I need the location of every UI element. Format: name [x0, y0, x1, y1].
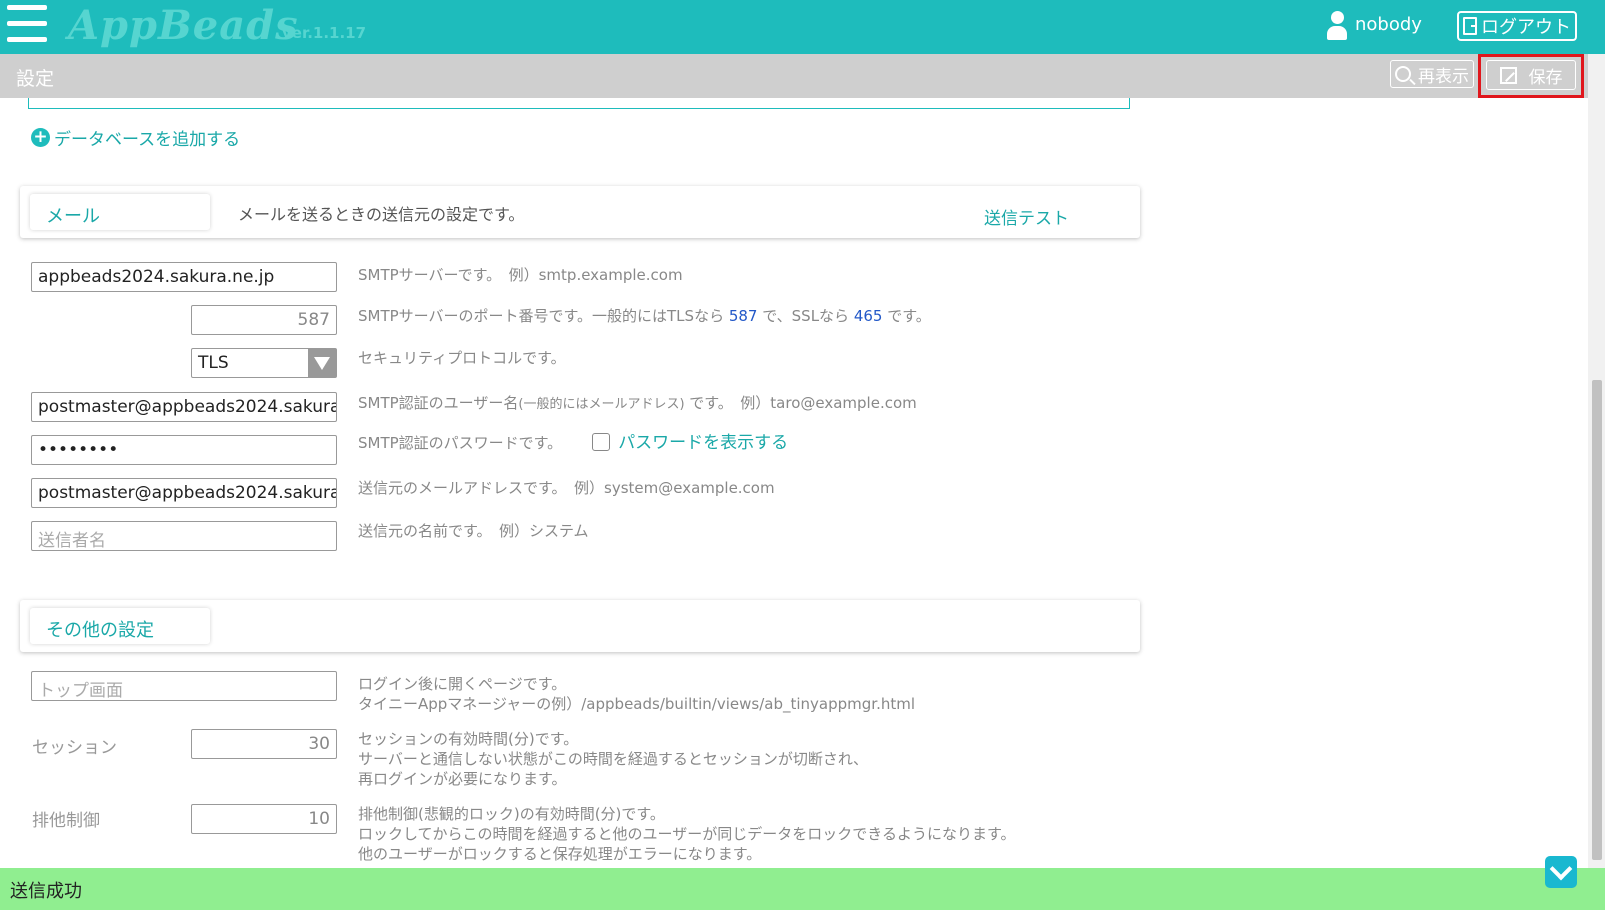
smtp-user-hint: SMTP認証のユーザー名(一般的にはメールアドレス) です。 例）taro@ex… [358, 393, 917, 415]
top-page-hint-line1: ログイン後に開くページです。 [358, 675, 567, 693]
hamburger-menu-icon[interactable] [7, 5, 47, 43]
top-page-hint-line2: タイニーAppマネージャーの例）/appbeads/builtin/views/… [358, 695, 915, 713]
add-database-label: データベースを追加する [54, 130, 241, 150]
smtp-password-input[interactable]: •••••••• [31, 435, 337, 465]
dropdown-arrow-icon [308, 349, 336, 377]
other-settings-tab[interactable]: その他の設定 [30, 608, 210, 644]
plus-circle-icon: + [31, 128, 50, 147]
smtp-password-hint: SMTP認証のパスワードです。 パスワードを表示する [358, 433, 788, 453]
sub-header-bar: 設定 再表示 保存 [0, 54, 1588, 98]
lock-hint-line3: 他のユーザーがロックすると保存処理がエラーになります。 [358, 845, 762, 863]
page-title: 設定 [16, 68, 55, 90]
session-hint: セッションの有効時間(分)です。 サーバーと通信しない状態がこの時間を経過すると… [358, 729, 868, 789]
reload-label: 再表示 [1418, 66, 1469, 87]
session-hint-line3: 再ログインが必要になります。 [358, 770, 567, 788]
smtp-server-input[interactable]: appbeads2024.sakura.ne.jp [31, 262, 337, 292]
smtp-port-input[interactable]: 587 [191, 305, 337, 335]
logout-door-icon [1463, 17, 1477, 35]
tls-port-number: 587 [728, 307, 758, 325]
session-hint-line1: セッションの有効時間(分)です。 [358, 730, 579, 748]
scrollbar-thumb[interactable] [1592, 380, 1602, 860]
session-hint-line2: サーバーと通信しない状態がこの時間を経過するとセッションが切断され、 [358, 750, 869, 768]
lock-timeout-input[interactable]: 10 [191, 804, 337, 834]
chevron-down-icon[interactable] [1545, 856, 1577, 888]
show-password-checkbox[interactable] [592, 433, 611, 451]
mail-section-header: メール メールを送るときの送信元の設定です。 送信テスト [20, 186, 1140, 238]
other-settings-section-header: その他の設定 [20, 600, 1140, 652]
security-protocol-value: TLS [198, 353, 229, 373]
security-protocol-select[interactable]: TLS [191, 348, 337, 378]
logout-label: ログアウト [1481, 17, 1571, 38]
smtp-password-hint-text: SMTP認証のパスワードです。 [358, 434, 563, 452]
session-timeout-input[interactable]: 30 [191, 729, 337, 759]
ssl-port-number: 465 [853, 307, 883, 325]
top-page-hint: ログイン後に開くページです。 タイニーAppマネージャーの例）/appbeads… [358, 674, 915, 714]
sender-name-hint: 送信元の名前です。 例）システム [358, 522, 589, 540]
app-logo: AppBeads [68, 2, 299, 49]
save-label: 保存 [1528, 67, 1563, 88]
smtp-port-hint-mid: で、SSLなら [757, 307, 854, 325]
smtp-user-hint-post: です。 例）taro@example.com [684, 394, 917, 412]
edit-icon [1499, 66, 1517, 84]
smtp-user-input[interactable]: postmaster@appbeads2024.sakura. [31, 392, 337, 422]
mail-description: メールを送るときの送信元の設定です。 [238, 205, 525, 224]
app-version: ver.1.1.17 [282, 24, 367, 42]
from-address-input[interactable]: postmaster@appbeads2024.sakura. [31, 478, 337, 508]
mail-tab[interactable]: メール [30, 194, 210, 230]
search-icon [1395, 66, 1411, 82]
lock-hint: 排他制御(悲観的ロック)の有効時間(分)です。 ロックしてからこの時間を経過する… [358, 804, 1015, 864]
security-protocol-hint: セキュリティプロトコルです。 [358, 349, 566, 367]
smtp-user-hint-small: (一般的にはメールアドレス) [518, 397, 685, 412]
top-page-input[interactable]: トップ画面 [31, 671, 337, 701]
smtp-server-hint: SMTPサーバーです。 例）smtp.example.com [358, 266, 683, 284]
database-section-box [28, 98, 1130, 109]
user-icon [1327, 11, 1347, 41]
lock-hint-line2: ロックしてからこの時間を経過すると他のユーザーが同じデータをロックできるようにな… [358, 825, 1016, 843]
sender-name-input[interactable]: 送信者名 [31, 521, 337, 551]
save-button[interactable]: 保存 [1486, 60, 1576, 90]
username: nobody [1355, 14, 1422, 35]
smtp-port-hint: SMTPサーバーのポート番号です。一般的にはTLSなら 587 で、SSLなら … [358, 306, 931, 326]
reload-button[interactable]: 再表示 [1390, 60, 1474, 88]
from-address-hint: 送信元のメールアドレスです。 例）system@example.com [358, 479, 775, 497]
send-test-link[interactable]: 送信テスト [984, 204, 1069, 229]
session-label: セッション [32, 738, 117, 758]
top-bar: AppBeads ver.1.1.17 nobody ログアウト [0, 0, 1605, 54]
add-database-link[interactable]: + データベースを追加する [31, 125, 240, 150]
lock-label: 排他制御 [32, 811, 100, 831]
show-password-label[interactable]: パスワードを表示する [618, 433, 788, 453]
smtp-user-hint-pre: SMTP認証のユーザー名 [358, 394, 519, 412]
toast-message: 送信成功 [0, 868, 1605, 910]
smtp-port-hint-pre: SMTPサーバーのポート番号です。一般的にはTLSなら [358, 307, 729, 325]
smtp-port-hint-post: です。 [882, 307, 931, 325]
lock-hint-line1: 排他制御(悲観的ロック)の有効時間(分)です。 [358, 805, 665, 823]
logout-button[interactable]: ログアウト [1457, 11, 1577, 41]
